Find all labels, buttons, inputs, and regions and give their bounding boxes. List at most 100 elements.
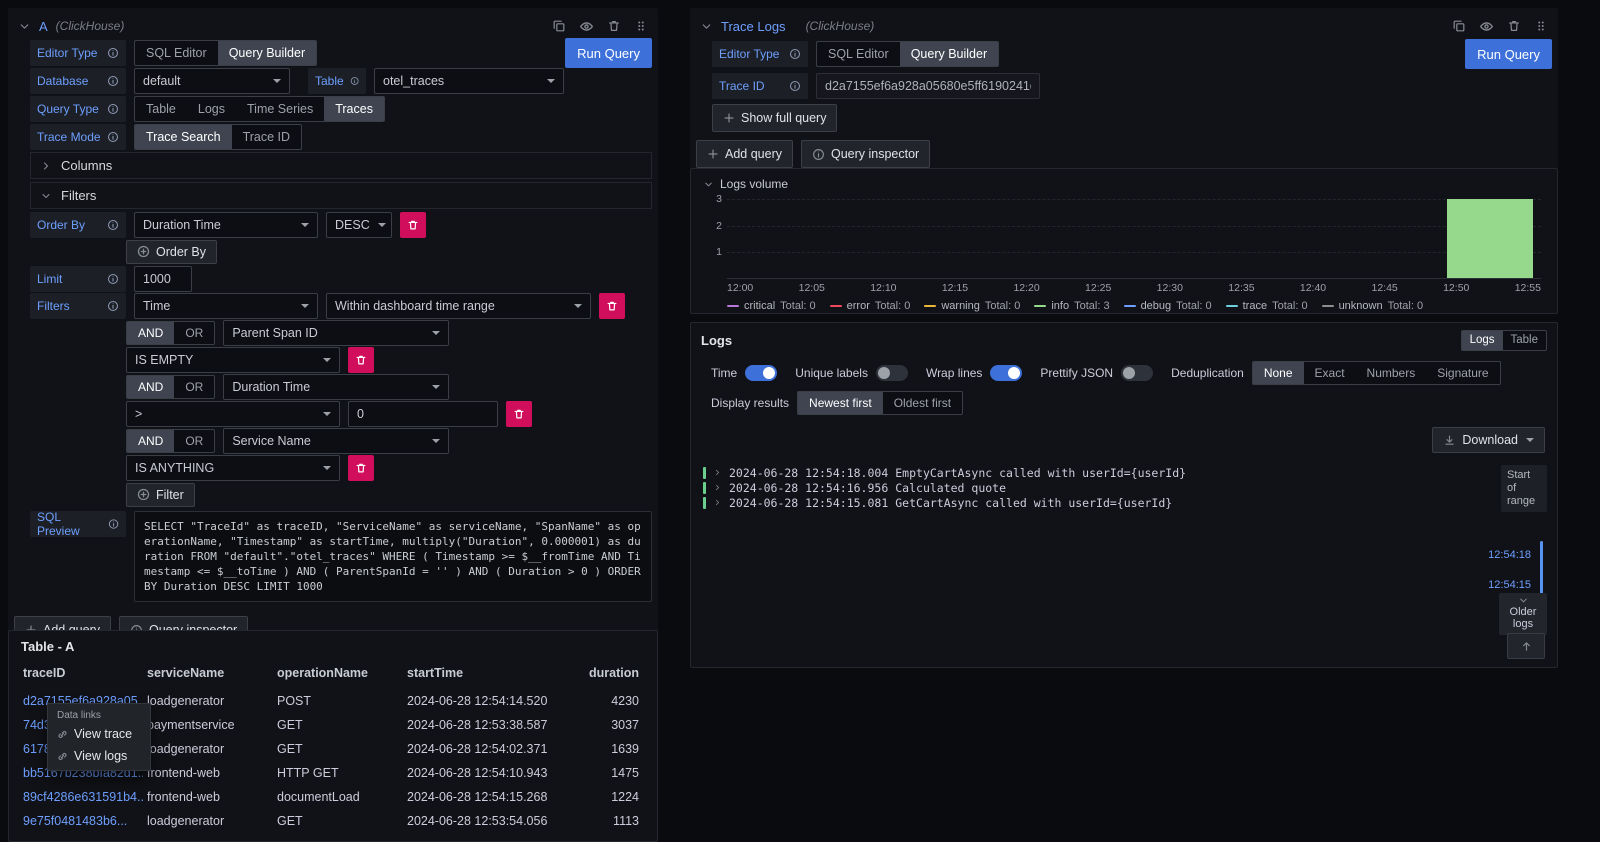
- info-icon[interactable]: [789, 80, 801, 92]
- info-icon[interactable]: [350, 75, 359, 87]
- dedup-signature[interactable]: Signature: [1426, 362, 1499, 384]
- run-query-button[interactable]: Run Query: [1465, 39, 1552, 69]
- query-type-table[interactable]: Table: [135, 97, 187, 121]
- trace-id-input[interactable]: [816, 73, 1040, 99]
- info-icon[interactable]: [107, 219, 119, 231]
- view-trace-link[interactable]: View trace: [48, 723, 150, 745]
- filter-field-select[interactable]: Duration Time: [223, 374, 449, 400]
- drag-handle-icon[interactable]: [634, 19, 648, 33]
- col-header-traceid[interactable]: traceID: [19, 662, 143, 689]
- hide-query-eye-icon[interactable]: [1479, 19, 1494, 34]
- bool-or[interactable]: OR: [174, 430, 214, 452]
- view-table-option[interactable]: Table: [1503, 331, 1547, 350]
- info-icon[interactable]: [107, 300, 119, 312]
- info-logs-bar[interactable]: [1447, 199, 1533, 278]
- filter-time-range-select[interactable]: Within dashboard time range: [326, 293, 591, 319]
- info-icon[interactable]: [107, 131, 119, 143]
- bool-or[interactable]: OR: [174, 376, 214, 398]
- duplicate-query-icon[interactable]: [1452, 19, 1466, 33]
- info-icon[interactable]: [107, 273, 119, 285]
- editor-type-sql-editor[interactable]: SQL Editor: [135, 41, 218, 65]
- trace-id-link[interactable]: 9e75f0481483b6...: [19, 809, 143, 833]
- dedup-none[interactable]: None: [1253, 362, 1304, 384]
- filter-field-select[interactable]: Time: [134, 293, 318, 319]
- table-select[interactable]: otel_traces: [374, 68, 564, 94]
- filter-operator-select[interactable]: >: [126, 401, 340, 427]
- col-header-starttime[interactable]: startTime: [403, 662, 583, 689]
- collapse-query-icon[interactable]: [18, 20, 31, 33]
- editor-type-query-builder[interactable]: Query Builder: [900, 42, 998, 66]
- delete-query-trash-icon[interactable]: [607, 19, 621, 33]
- view-logs-option[interactable]: Logs: [1462, 331, 1503, 350]
- add-order-by-button[interactable]: Order By: [126, 240, 217, 264]
- info-icon[interactable]: [107, 47, 119, 59]
- trace-mode-trace-search[interactable]: Trace Search: [135, 125, 232, 149]
- order-by-direction-select[interactable]: DESC: [326, 212, 392, 238]
- filter-field-select[interactable]: Service Name: [223, 428, 449, 454]
- run-query-button[interactable]: Run Query: [565, 38, 652, 68]
- bool-and[interactable]: AND: [127, 376, 174, 398]
- newest-first-option[interactable]: Newest first: [798, 392, 883, 414]
- query-type-time-series[interactable]: Time Series: [236, 97, 324, 121]
- col-header-servicename[interactable]: serviceName: [143, 662, 273, 689]
- legend-item-critical[interactable]: critical Total: 0: [727, 300, 816, 312]
- older-logs-button[interactable]: Older logs: [1499, 593, 1547, 635]
- editor-type-query-builder[interactable]: Query Builder: [218, 41, 316, 65]
- logs-volume-header[interactable]: Logs volume: [703, 175, 1549, 193]
- duplicate-query-icon[interactable]: [552, 19, 566, 33]
- filter-operator-select[interactable]: IS EMPTY: [126, 347, 340, 373]
- expand-log-chevron-icon[interactable]: [713, 483, 722, 492]
- filters-section-toggle[interactable]: Filters: [30, 182, 652, 209]
- legend-item-warning[interactable]: warning Total: 0: [924, 300, 1020, 312]
- filter-operator-select[interactable]: IS ANYTHING: [126, 455, 340, 481]
- prettify-json-switch[interactable]: [1121, 365, 1153, 381]
- add-query-button[interactable]: Add query: [696, 140, 793, 168]
- database-select[interactable]: default: [134, 68, 290, 94]
- legend-item-debug[interactable]: debug Total: 0: [1124, 300, 1212, 312]
- expand-log-chevron-icon[interactable]: [713, 468, 722, 477]
- drag-handle-icon[interactable]: [1534, 19, 1548, 33]
- query-inspector-button[interactable]: Query inspector: [801, 140, 930, 168]
- remove-filter-button[interactable]: [599, 293, 625, 319]
- filter-field-select[interactable]: Parent Span ID: [223, 320, 449, 346]
- hide-query-eye-icon[interactable]: [579, 19, 594, 34]
- collapse-query-icon[interactable]: [700, 20, 713, 33]
- remove-filter-button[interactable]: [506, 401, 532, 427]
- trace-mode-trace-id[interactable]: Trace ID: [232, 125, 301, 149]
- editor-type-sql-editor[interactable]: SQL Editor: [817, 42, 900, 66]
- columns-section-toggle[interactable]: Columns: [30, 152, 652, 179]
- info-icon[interactable]: [108, 518, 119, 530]
- dedup-numbers[interactable]: Numbers: [1356, 362, 1427, 384]
- trace-id-link[interactable]: 89cf4286e631591b4...: [19, 785, 143, 809]
- scroll-to-top-button[interactable]: [1507, 633, 1545, 659]
- query-type-logs[interactable]: Logs: [187, 97, 236, 121]
- add-filter-button[interactable]: Filter: [126, 483, 195, 507]
- order-by-field-select[interactable]: Duration Time: [134, 212, 318, 238]
- legend-item-error[interactable]: error Total: 0: [830, 300, 911, 312]
- range-timestamp[interactable]: 12:54:15: [1488, 579, 1531, 591]
- show-full-query-button[interactable]: Show full query: [712, 104, 837, 132]
- legend-item-info[interactable]: info Total: 3: [1034, 300, 1109, 312]
- legend-item-unknown[interactable]: unknown Total: 0: [1322, 300, 1424, 312]
- remove-order-by-button[interactable]: [400, 212, 426, 238]
- dedup-exact[interactable]: Exact: [1304, 362, 1356, 384]
- expand-log-chevron-icon[interactable]: [713, 498, 722, 507]
- bool-and[interactable]: AND: [127, 430, 174, 452]
- limit-input[interactable]: [134, 266, 192, 292]
- delete-query-trash-icon[interactable]: [1507, 19, 1521, 33]
- unique-labels-switch[interactable]: [876, 365, 908, 381]
- legend-item-trace[interactable]: trace Total: 0: [1226, 300, 1308, 312]
- range-timestamp[interactable]: 12:54:18: [1488, 549, 1531, 561]
- bool-and[interactable]: AND: [127, 322, 174, 344]
- info-icon[interactable]: [789, 48, 801, 60]
- query-type-traces[interactable]: Traces: [324, 97, 384, 121]
- download-button[interactable]: Download: [1432, 427, 1545, 453]
- info-icon[interactable]: [107, 75, 119, 87]
- remove-filter-button[interactable]: [348, 347, 374, 373]
- oldest-first-option[interactable]: Oldest first: [883, 392, 962, 414]
- bool-or[interactable]: OR: [174, 322, 214, 344]
- info-icon[interactable]: [107, 103, 119, 115]
- time-switch[interactable]: [745, 365, 777, 381]
- col-header-duration[interactable]: duration: [583, 662, 647, 689]
- filter-value-input[interactable]: [348, 401, 498, 427]
